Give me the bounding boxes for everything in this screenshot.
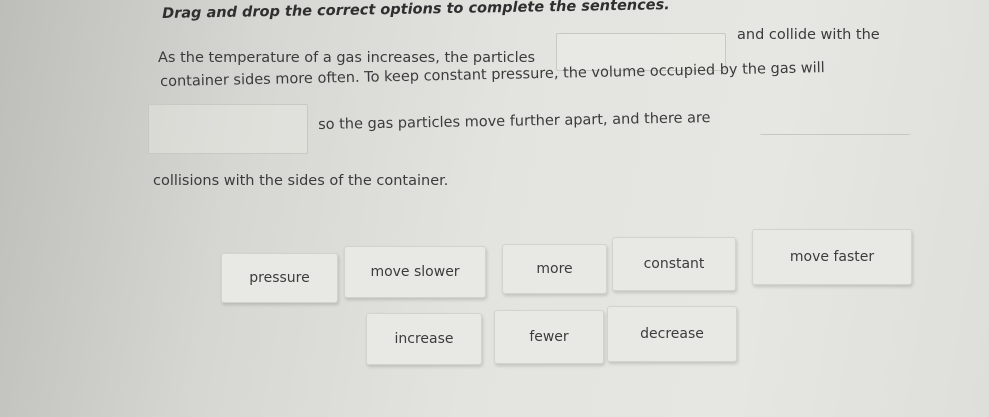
sentence-line-4: collisions with the sides of the contain…: [153, 173, 449, 189]
option-pressure[interactable]: pressure: [221, 253, 338, 303]
sentence-line-1-end: and collide with the: [737, 27, 880, 43]
option-move-slower[interactable]: move slower: [344, 246, 486, 298]
option-decrease[interactable]: decrease: [607, 306, 737, 362]
option-fewer[interactable]: fewer: [494, 310, 604, 364]
drop-zone-2[interactable]: [148, 104, 308, 154]
option-move-faster[interactable]: move faster: [752, 229, 912, 285]
drop-zone-3[interactable]: [760, 112, 910, 135]
sentence-line-1-start: As the temperature of a gas increases, t…: [158, 50, 536, 66]
sentence-line-3: so the gas particles move further apart,…: [318, 110, 711, 133]
instructions-heading: Drag and drop the correct options to com…: [162, 0, 670, 22]
option-increase[interactable]: increase: [366, 313, 482, 365]
option-more[interactable]: more: [502, 244, 607, 294]
option-constant[interactable]: constant: [612, 237, 736, 291]
